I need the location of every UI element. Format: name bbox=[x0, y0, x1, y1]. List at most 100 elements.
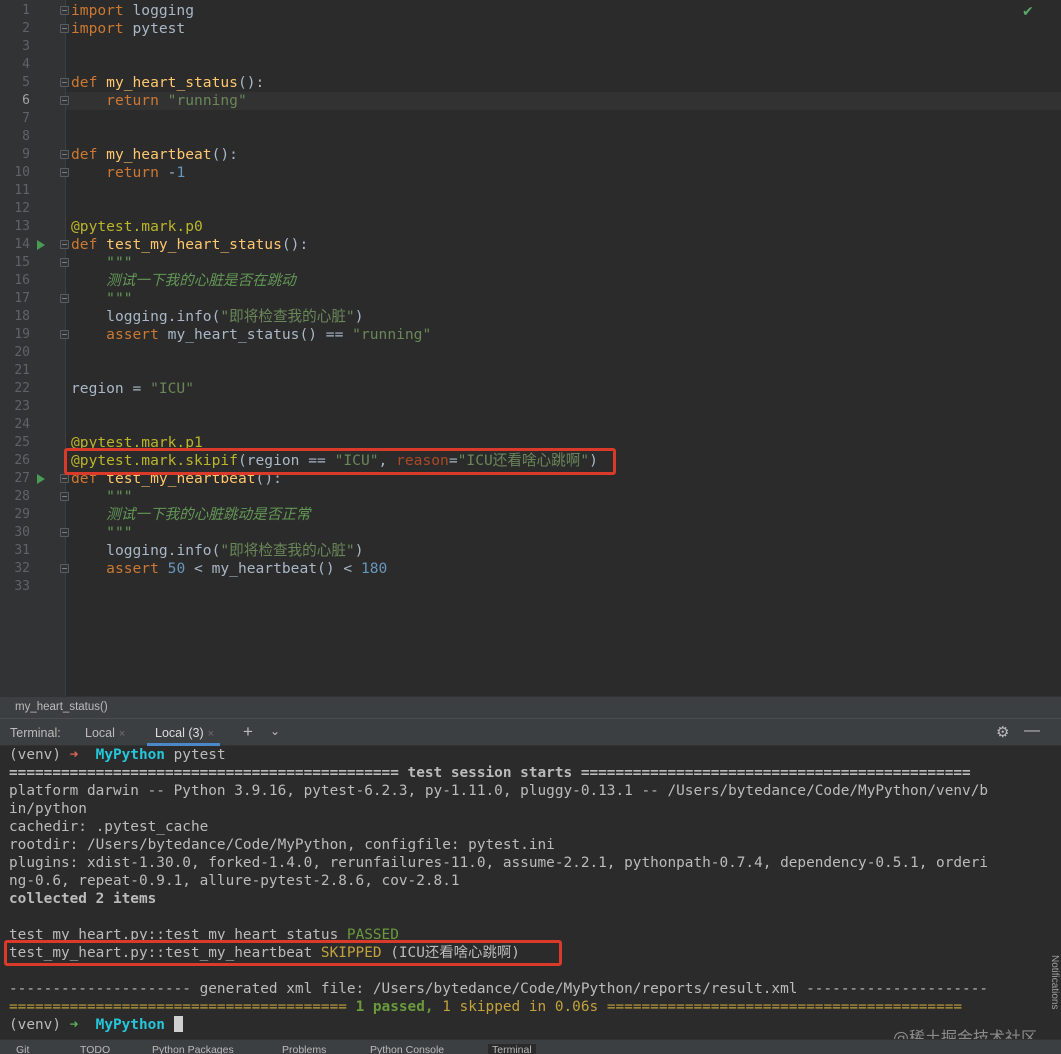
fold-marker-icon[interactable] bbox=[60, 258, 69, 267]
terminal-output[interactable]: (venv) ➜ MyPython pytest ===============… bbox=[0, 746, 1061, 1039]
tab-git[interactable]: Git bbox=[16, 1044, 29, 1054]
tab-local-3[interactable]: Local (3) × bbox=[147, 719, 221, 746]
fold-marker-icon[interactable] bbox=[60, 78, 69, 87]
line-number: 1 bbox=[22, 3, 30, 18]
tab-local[interactable]: Local × bbox=[85, 719, 125, 746]
line-number: 20 bbox=[14, 345, 30, 360]
run-test-icon[interactable] bbox=[37, 240, 45, 250]
line-number: 31 bbox=[14, 543, 30, 558]
breadcrumb[interactable]: my_heart_status() bbox=[0, 696, 1061, 718]
line-number: 27 bbox=[14, 471, 30, 486]
highlight-box bbox=[4, 940, 562, 966]
chevron-down-icon[interactable]: ⌄ bbox=[270, 724, 280, 738]
fold-marker-icon[interactable] bbox=[60, 330, 69, 339]
tab-problems[interactable]: Problems bbox=[282, 1044, 326, 1054]
terminal-line: rootdir: /Users/bytedance/Code/MyPython,… bbox=[9, 837, 555, 853]
line-number: 28 bbox=[14, 489, 30, 504]
terminal-line: --------------------- generated xml file… bbox=[9, 981, 989, 997]
plus-icon[interactable]: + bbox=[243, 722, 253, 742]
line-number: 24 bbox=[14, 417, 30, 432]
line-number: 30 bbox=[14, 525, 30, 540]
code-line: """ bbox=[106, 290, 133, 307]
line-number: 26 bbox=[14, 453, 30, 468]
line-number: 22 bbox=[14, 381, 30, 396]
run-test-icon[interactable] bbox=[37, 474, 45, 484]
terminal-label: Terminal: bbox=[10, 726, 61, 740]
line-number: 11 bbox=[14, 183, 30, 198]
line-number: 23 bbox=[14, 399, 30, 414]
tab-todo[interactable]: TODO bbox=[80, 1044, 110, 1054]
tab-python-console[interactable]: Python Console bbox=[370, 1044, 444, 1054]
code-editor[interactable]: 1 2 3 4 5 6 7 8 9 10 11 12 13 14 15 16 1… bbox=[0, 0, 1061, 696]
line-number: 12 bbox=[14, 201, 30, 216]
line-number: 2 bbox=[22, 21, 30, 36]
line-number: 33 bbox=[14, 579, 30, 594]
fold-marker-icon[interactable] bbox=[60, 474, 69, 483]
gear-icon[interactable]: ⚙ bbox=[996, 723, 1009, 741]
line-number: 19 bbox=[14, 327, 30, 342]
line-number: 15 bbox=[14, 255, 30, 270]
code-line: 测试一下我的心脏跳动是否正常 bbox=[106, 506, 311, 523]
line-number: 7 bbox=[22, 111, 30, 126]
inspection-ok-icon[interactable]: ✔ bbox=[1022, 4, 1034, 20]
fold-marker-icon[interactable] bbox=[60, 564, 69, 573]
highlight-box bbox=[64, 448, 616, 475]
line-number: 16 bbox=[14, 273, 30, 288]
terminal-line: ========================================… bbox=[9, 765, 971, 781]
terminal-toolbar: Terminal: Local × Local (3) × + ⌄ ⚙ — bbox=[0, 718, 1061, 746]
fold-marker-icon[interactable] bbox=[60, 294, 69, 303]
code-line: return "running" bbox=[106, 92, 247, 109]
close-icon[interactable]: × bbox=[119, 728, 125, 740]
tab-terminal[interactable]: Terminal bbox=[488, 1044, 536, 1054]
code-line: """ bbox=[106, 254, 133, 271]
line-number: 17 bbox=[14, 291, 30, 306]
code-line: logging.info("即将检查我的心脏") bbox=[106, 308, 364, 325]
line-number: 9 bbox=[22, 147, 30, 162]
line-number: 4 bbox=[22, 57, 30, 72]
tab-python-packages[interactable]: Python Packages bbox=[152, 1044, 234, 1054]
terminal-prompt[interactable]: (venv) ➜ MyPython bbox=[9, 1016, 183, 1034]
code-line: import logging bbox=[71, 2, 195, 19]
close-icon[interactable]: × bbox=[208, 728, 214, 740]
fold-marker-icon[interactable] bbox=[60, 492, 69, 501]
line-number: 18 bbox=[14, 309, 30, 324]
line-number: 25 bbox=[14, 435, 30, 450]
terminal-line: (venv) ➜ MyPython pytest bbox=[9, 747, 226, 763]
code-line: region = "ICU" bbox=[71, 380, 195, 397]
fold-marker-icon[interactable] bbox=[60, 6, 69, 15]
line-number: 13 bbox=[14, 219, 30, 234]
text-cursor bbox=[173, 1016, 183, 1032]
terminal-line: ======================================= … bbox=[9, 999, 963, 1015]
notifications-side-tab[interactable]: Notifications bbox=[1044, 955, 1060, 1009]
fold-marker-icon[interactable] bbox=[60, 150, 69, 159]
line-number: 29 bbox=[14, 507, 30, 522]
line-number: 10 bbox=[14, 165, 30, 180]
tab-label: Local bbox=[85, 726, 115, 740]
code-line: """ bbox=[106, 524, 133, 541]
code-line: return -1 bbox=[106, 164, 186, 181]
fold-marker-icon[interactable] bbox=[60, 240, 69, 249]
minimize-icon[interactable]: — bbox=[1024, 722, 1040, 740]
line-number: 21 bbox=[14, 363, 30, 378]
code-line: def my_heart_status(): bbox=[71, 74, 265, 91]
code-line: """ bbox=[106, 488, 133, 505]
line-number: 8 bbox=[22, 129, 30, 144]
fold-marker-icon[interactable] bbox=[60, 96, 69, 105]
line-number: 6 bbox=[22, 93, 30, 108]
code-line: assert 50 < my_heartbeat() < 180 bbox=[106, 560, 388, 577]
terminal-line: ng-0.6, repeat-0.9.1, allure-pytest-2.8.… bbox=[9, 873, 460, 889]
code-line: logging.info("即将检查我的心脏") bbox=[106, 542, 364, 559]
fold-marker-icon[interactable] bbox=[60, 168, 69, 177]
terminal-line: platform darwin -- Python 3.9.16, pytest… bbox=[9, 783, 989, 799]
code-line: def test_my_heart_status(): bbox=[71, 236, 309, 253]
code-line: def my_heartbeat(): bbox=[71, 146, 238, 163]
tool-window-bar: Git TODO Python Packages Problems Python… bbox=[0, 1039, 1061, 1054]
code-line: import pytest bbox=[71, 20, 186, 37]
terminal-line: in/python bbox=[9, 801, 87, 817]
line-number: 32 bbox=[14, 561, 30, 576]
code-line: 测试一下我的心脏是否在跳动 bbox=[106, 272, 296, 289]
line-number: 14 bbox=[14, 237, 30, 252]
fold-marker-icon[interactable] bbox=[60, 528, 69, 537]
fold-marker-icon[interactable] bbox=[60, 24, 69, 33]
code-line: @pytest.mark.p0 bbox=[71, 218, 203, 235]
